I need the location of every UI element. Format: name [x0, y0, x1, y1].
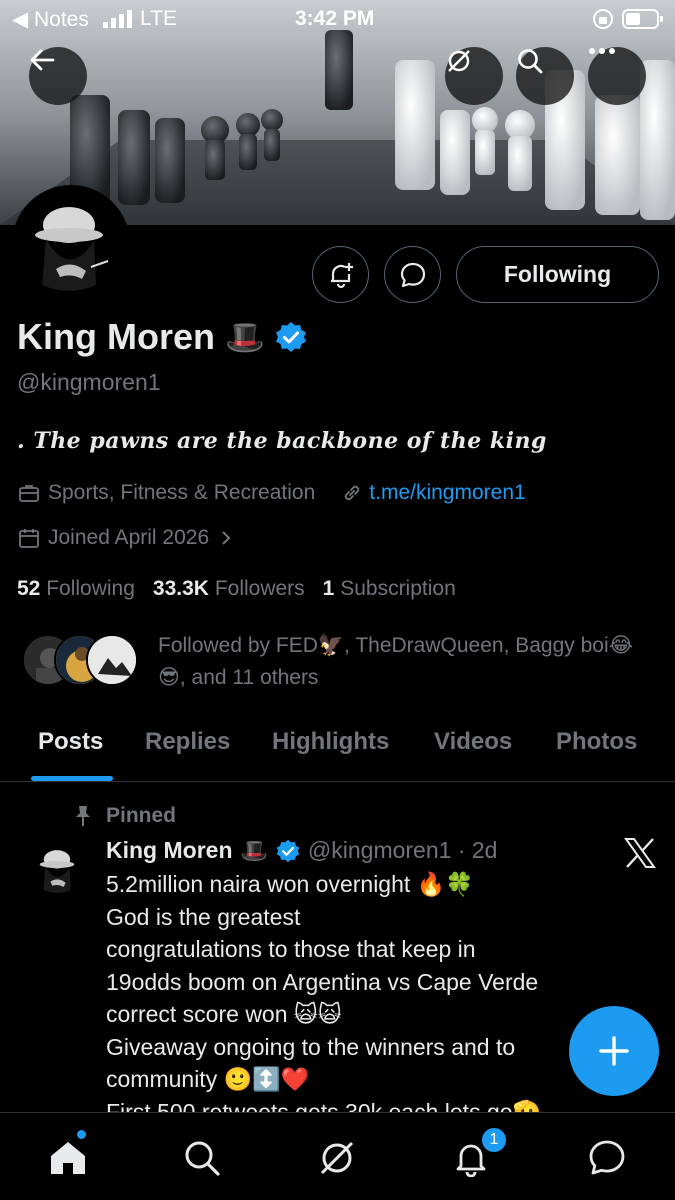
grok-icon — [448, 50, 470, 72]
tab-posts[interactable]: Posts — [38, 728, 103, 756]
arrow-left-icon — [30, 49, 55, 71]
carrier-label: LTE — [140, 7, 177, 30]
post-line: community 🙂↕️❤️ — [106, 1066, 310, 1092]
nav-grok[interactable] — [312, 1133, 362, 1183]
calendar-icon — [19, 529, 39, 548]
search-icon — [518, 49, 543, 74]
post-meta: @kingmoren1 · 2d — [307, 837, 498, 863]
subscriptions-count: 1 — [322, 577, 335, 600]
profile-avatar[interactable] — [12, 185, 130, 303]
following-button[interactable]: Following — [456, 246, 659, 303]
profile-category: Sports, Fitness & Recreation — [48, 481, 316, 504]
post-author-avatar[interactable] — [30, 841, 86, 897]
tab-photos[interactable]: Photos — [556, 728, 637, 756]
nav-messages[interactable] — [582, 1133, 632, 1183]
more-icon — [589, 48, 615, 54]
post-line: 19odds boom on Argentina vs Cape Verde — [106, 968, 539, 995]
message-bubble-icon — [400, 262, 425, 287]
profile-handle: @kingmoren1 — [17, 369, 161, 395]
grok-button[interactable] — [445, 47, 503, 105]
post-line: Giveaway ongoing to the winners and to — [106, 1033, 516, 1060]
tab-videos[interactable]: Videos — [434, 728, 512, 756]
tab-replies[interactable]: Replies — [145, 728, 230, 756]
following-count: 52 — [17, 577, 41, 600]
post-line: correct score won 🙀🙀 — [106, 1001, 342, 1027]
followed-by-line-1: Followed by FED🦅, TheDrawQueen, Baggy bo… — [158, 634, 634, 657]
followed-by-line-2: 😎, and 11 others — [158, 666, 319, 689]
post-line: 5.2million naira won overnight 🔥🍀 — [106, 871, 474, 897]
joined-date: Joined April 2026 — [48, 526, 210, 549]
link-icon — [345, 485, 360, 501]
following-label: Following — [46, 577, 135, 600]
search-button[interactable] — [516, 47, 574, 105]
following-stat[interactable]: 52 Following — [17, 577, 135, 601]
chevron-right-icon — [222, 531, 231, 545]
top-hat-emoji: 🎩 — [240, 837, 268, 863]
x-logo-icon[interactable] — [624, 838, 656, 868]
plus-icon — [599, 1036, 629, 1066]
avatar-image — [30, 841, 86, 897]
more-button[interactable] — [588, 47, 646, 105]
profile-banner[interactable]: ◀ Notes LTE 3:42 PM — [0, 0, 675, 225]
active-tab-indicator — [31, 776, 113, 781]
bottom-navigation — [0, 1112, 675, 1200]
briefcase-icon — [19, 485, 39, 502]
post-header: King Moren 🎩 @kingmoren1 · 2d — [106, 837, 497, 864]
message-bubble-icon — [589, 1140, 625, 1175]
follow-stats: 52 Following 33.3K Followers 1 Subscript… — [17, 577, 456, 601]
tab-highlights[interactable]: Highlights — [272, 728, 389, 756]
post-line: First 500 retweets gets 30k each lets go… — [106, 1098, 542, 1113]
followers-count: 33.3K — [152, 577, 209, 600]
subscriptions-stat[interactable]: 1 Subscription — [323, 577, 456, 601]
post-line: God is the greatest — [106, 903, 301, 930]
followed-by-text[interactable]: Followed by FED🦅, TheDrawQueen, Baggy bo… — [158, 630, 658, 694]
profile-website-link[interactable]: t.me/kingmoren1 — [369, 481, 525, 505]
notification-badge: 1 — [480, 1126, 508, 1154]
pin-icon — [76, 806, 90, 826]
subscriptions-label: Subscription — [340, 577, 456, 600]
follower-avatar — [86, 634, 138, 686]
back-button[interactable] — [29, 47, 87, 105]
verified-badge-icon[interactable] — [275, 321, 307, 353]
avatar-image — [16, 189, 126, 299]
joined-row[interactable]: Joined April 2026 — [18, 526, 233, 550]
search-icon — [185, 1141, 220, 1176]
profile-bio: . The pawns are the backbone of the king — [17, 428, 547, 454]
post-author-name[interactable]: King Moren — [106, 837, 233, 864]
nav-search[interactable] — [177, 1133, 227, 1183]
profile-tabs: Posts Replies Highlights Videos Photos — [0, 720, 675, 782]
followed-by-avatars[interactable] — [22, 634, 142, 690]
followers-label: Followers — [214, 577, 305, 600]
home-icon — [51, 1142, 85, 1174]
clock: 3:42 PM — [295, 7, 375, 30]
nav-home[interactable] — [43, 1133, 93, 1183]
profile-name: King Moren 🎩 — [17, 316, 307, 358]
pinned-indicator: Pinned — [74, 804, 176, 828]
compose-button[interactable] — [569, 1006, 659, 1096]
profile-name-text: King Moren — [17, 316, 215, 357]
grok-icon — [320, 1141, 354, 1175]
post-line: congratulations to those that keep in — [106, 936, 476, 962]
back-to-app-link[interactable]: ◀ Notes — [12, 7, 89, 32]
bell-plus-icon — [330, 262, 353, 288]
notifications-subscribe-button[interactable] — [312, 246, 369, 303]
profile-meta-row: Sports, Fitness & Recreation t.me/kingmo… — [18, 481, 526, 505]
status-bar: ◀ Notes LTE 3:42 PM — [0, 0, 675, 38]
home-new-indicator — [77, 1130, 86, 1139]
verified-badge-icon — [276, 839, 300, 862]
top-hat-emoji: 🎩 — [224, 319, 265, 355]
post-body[interactable]: 5.2million naira won overnight 🔥🍀 God is… — [106, 868, 606, 1112]
followers-stat[interactable]: 33.3K Followers — [153, 577, 305, 601]
message-button[interactable] — [384, 246, 441, 303]
pinned-label: Pinned — [106, 804, 177, 827]
